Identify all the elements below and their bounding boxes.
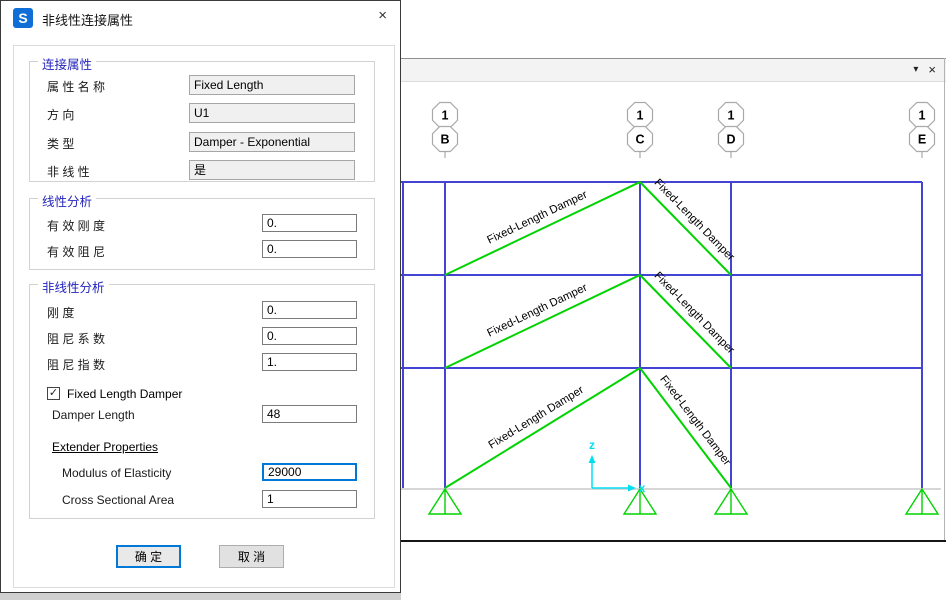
screen: ▾ × Fixed-Length DamperFixed-Length Damp… — [0, 0, 946, 600]
grid-bubble-C-label: C — [635, 133, 644, 147]
structural-model-drawing: Fixed-Length DamperFixed-Length DamperFi… — [399, 83, 946, 540]
axis-z-arrowhead — [589, 455, 596, 463]
damper-line — [640, 182, 731, 275]
cross-sectional-area-input[interactable] — [262, 490, 357, 508]
nonlinear-field: 是 — [189, 160, 355, 180]
model-canvas[interactable]: Fixed-Length DamperFixed-Length DamperFi… — [399, 83, 946, 540]
damper-line — [640, 368, 731, 488]
effective-stiffness-input[interactable] — [262, 214, 357, 232]
group-link-title: 连接属性 — [38, 54, 96, 73]
direction-field: U1 — [189, 103, 355, 123]
sap2000-app-icon: S — [13, 8, 33, 28]
damping-coefficient-input[interactable] — [262, 327, 357, 345]
grid-bubble-story-label: 1 — [442, 109, 449, 123]
damper-label: Fixed-Length Damper — [485, 189, 589, 247]
nonlinear-link-properties-dialog: S 非线性连接属性 × 连接属性 属 性 名 称 Fixed Length 方 … — [0, 0, 401, 593]
type-field: Damper - Exponential — [189, 132, 355, 152]
damper-length-input[interactable] — [262, 405, 357, 423]
group-linear-analysis: 线性分析 有 效 刚 度 有 效 阻 尼 — [29, 198, 375, 270]
view-window-bottom-border — [399, 540, 946, 542]
type-label: 类 型 — [47, 135, 74, 152]
property-name-field: Fixed Length — [189, 75, 355, 95]
model-view-window: ▾ × Fixed-Length DamperFixed-Length Damp… — [399, 0, 946, 600]
stiffness-label: 刚 度 — [47, 304, 74, 321]
axis-x-label: x — [639, 481, 646, 495]
nonlinear-label: 非 线 性 — [47, 163, 90, 180]
damper-label: Fixed-Length Damper — [652, 177, 737, 264]
dialog-bottom-strip — [0, 593, 401, 600]
modulus-of-elasticity-input[interactable] — [262, 463, 357, 481]
cross-sectional-area-label: Cross Sectional Area — [62, 493, 174, 507]
damper-line — [640, 275, 731, 368]
collapse-window-icon[interactable]: ▾ — [913, 62, 918, 78]
grid-bubble-story-label: 1 — [728, 109, 735, 123]
group-linear-title: 线性分析 — [38, 191, 96, 210]
axis-z-label: z — [589, 438, 595, 452]
effective-damping-input[interactable] — [262, 240, 357, 258]
group-nonlinear-title: 非线性分析 — [38, 277, 109, 296]
damper-line — [445, 368, 640, 488]
damping-coefficient-label: 阻 尼 系 数 — [47, 330, 105, 347]
fixed-length-damper-checkbox[interactable]: ✓ — [47, 387, 60, 400]
modulus-of-elasticity-label: Modulus of Elasticity — [62, 466, 171, 480]
damper-label: Fixed-Length Damper — [652, 270, 737, 357]
group-nonlinear-analysis: 非线性分析 刚 度 阻 尼 系 数 阻 尼 指 数 ✓ Fixed Length… — [29, 284, 375, 519]
grid-bubble-B-label: B — [440, 133, 449, 147]
damping-exponent-input[interactable] — [262, 353, 357, 371]
grid-bubble-story-label: 1 — [637, 109, 644, 123]
close-window-icon[interactable]: × — [928, 62, 936, 78]
effective-damping-label: 有 效 阻 尼 — [47, 243, 105, 260]
view-window-right-border — [944, 58, 945, 541]
grid-bubble-D-label: D — [726, 133, 735, 147]
axis-x-arrowhead — [628, 485, 636, 492]
damper-label: Fixed-Length Damper — [485, 282, 589, 340]
cancel-button[interactable]: 取 消 — [219, 545, 284, 568]
damper-label: Fixed-Length Damper — [487, 384, 587, 452]
group-link-properties: 连接属性 属 性 名 称 Fixed Length 方 向 U1 类 型 Dam… — [29, 61, 375, 182]
dialog-title: 非线性连接属性 — [42, 10, 133, 29]
effective-stiffness-label: 有 效 刚 度 — [47, 217, 105, 234]
grid-bubble-story-label: 1 — [919, 109, 926, 123]
dialog-close-icon[interactable]: × — [375, 7, 390, 24]
stiffness-input[interactable] — [262, 301, 357, 319]
damper-label: Fixed-Length Damper — [657, 374, 733, 469]
extender-properties-heading: Extender Properties — [52, 440, 158, 454]
view-window-titlebar: ▾ × — [399, 58, 946, 82]
dialog-titlebar[interactable]: S 非线性连接属性 × — [1, 1, 400, 34]
fixed-length-damper-checkbox-label: Fixed Length Damper — [67, 387, 182, 401]
damper-line — [445, 182, 640, 275]
direction-label: 方 向 — [47, 106, 74, 123]
damping-exponent-label: 阻 尼 指 数 — [47, 356, 105, 373]
property-name-label: 属 性 名 称 — [47, 78, 105, 95]
damper-line — [445, 275, 640, 368]
damper-length-label: Damper Length — [52, 408, 135, 422]
grid-bubble-E-label: E — [918, 133, 926, 147]
ok-button[interactable]: 确 定 — [116, 545, 181, 568]
